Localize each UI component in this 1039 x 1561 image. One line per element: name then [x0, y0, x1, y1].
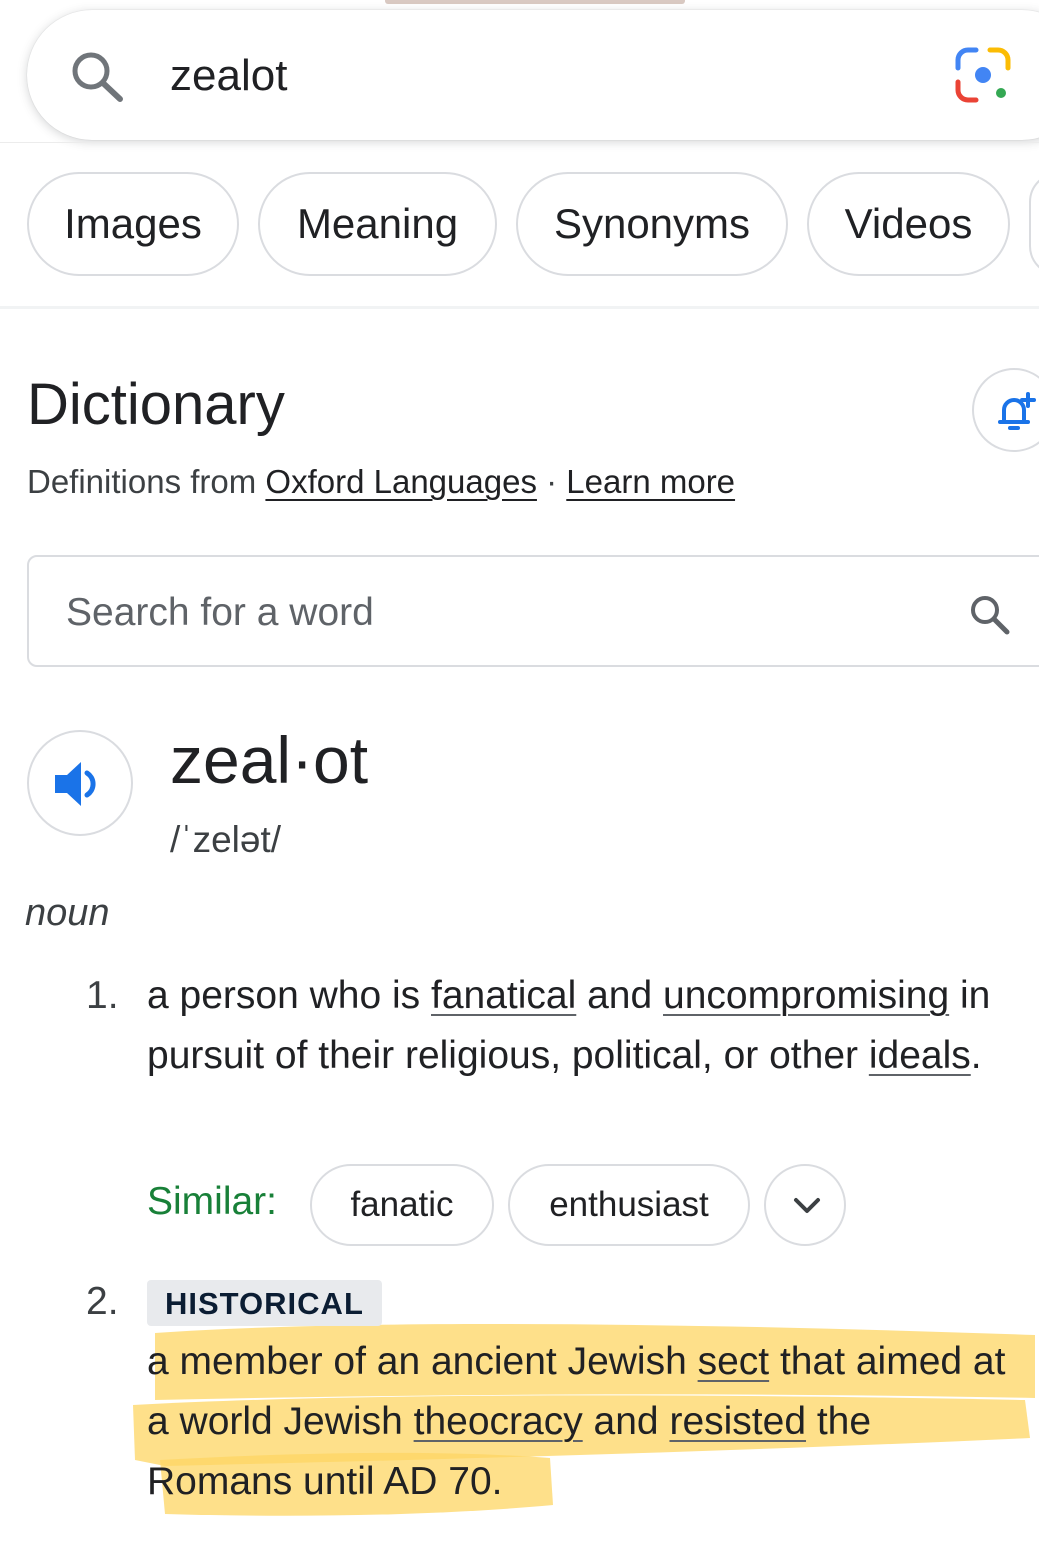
chip-meaning[interactable]: Meaning: [258, 172, 497, 276]
similar-word-chip[interactable]: fanatic: [310, 1164, 494, 1246]
chip-images[interactable]: Images: [27, 172, 239, 276]
similar-label: Similar:: [147, 1180, 278, 1223]
chip-synonyms[interactable]: Synonyms: [516, 172, 788, 276]
headword: zeal·ot: [170, 723, 369, 797]
definition-text: a member of an ancient Jewish: [147, 1340, 698, 1383]
definition-text: and: [576, 974, 664, 1017]
dictionary-title: Dictionary: [27, 372, 285, 437]
dictionary-source: Definitions from Oxford Languages · Lear…: [27, 462, 735, 502]
pronunciation-audio-button[interactable]: [27, 730, 133, 836]
definition-text: .: [970, 1034, 982, 1077]
definition-link[interactable]: resisted: [669, 1400, 806, 1443]
word-search-box[interactable]: Search for a word: [27, 555, 1039, 667]
definition-text: and: [582, 1400, 670, 1443]
search-icon[interactable]: [967, 592, 1011, 636]
create-alert-button[interactable]: [972, 368, 1039, 452]
sense-definition: a person who is fanatical and uncompromi…: [147, 966, 1027, 1086]
similar-word-chip[interactable]: enthusiast: [508, 1164, 750, 1246]
word-search-input[interactable]: Search for a word: [66, 590, 374, 636]
sense-number: 1.: [86, 974, 119, 1017]
definition-text: a person who is: [147, 974, 431, 1017]
phonetic-spelling: /ˈzelət/: [170, 819, 282, 860]
sense-label-badge: HISTORICAL: [147, 1280, 382, 1326]
chip-videos[interactable]: Videos: [807, 172, 1010, 276]
source-prefix: Definitions from: [27, 463, 266, 500]
sense-definition: a member of an ancient Jewish sect that …: [147, 1332, 1027, 1512]
oxford-languages-link[interactable]: Oxford Languages: [265, 463, 537, 500]
definition-link[interactable]: uncompromising: [663, 974, 949, 1017]
bell-plus-icon: [998, 392, 1036, 430]
definition-link[interactable]: fanatical: [431, 974, 576, 1017]
chevron-down-icon: [794, 1198, 820, 1213]
divider: [0, 306, 1039, 309]
google-lens-icon[interactable]: [952, 44, 1014, 106]
definition-link[interactable]: sect: [698, 1340, 770, 1383]
top-strip: [385, 0, 685, 4]
part-of-speech: noun: [25, 892, 110, 934]
search-icon[interactable]: [66, 48, 128, 104]
source-separator: ·: [536, 463, 567, 500]
definition-link[interactable]: theocracy: [414, 1400, 583, 1443]
more-similar-button[interactable]: [764, 1164, 846, 1246]
speaker-icon: [55, 762, 96, 806]
divider: [0, 142, 1039, 143]
search-query[interactable]: zealot: [170, 50, 287, 102]
chip-overflow[interactable]: [1029, 172, 1039, 276]
sense-number: 2.: [86, 1280, 119, 1323]
learn-more-link[interactable]: Learn more: [566, 463, 735, 500]
definition-link[interactable]: ideals: [869, 1034, 971, 1077]
